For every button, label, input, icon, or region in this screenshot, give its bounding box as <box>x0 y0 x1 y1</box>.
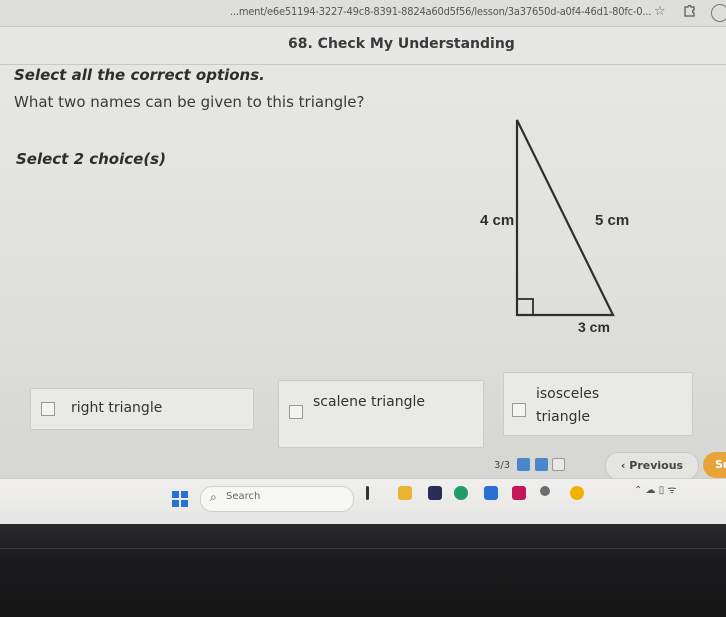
choice-label: scalene triangle <box>313 394 425 410</box>
select-count-text: Select 2 choice(s) <box>16 150 166 168</box>
store-icon[interactable] <box>484 486 498 500</box>
page-title: 68. Check My Understanding <box>288 36 515 52</box>
laptop-bezel <box>0 524 726 617</box>
choice-checkbox[interactable] <box>512 403 526 417</box>
triangle-figure: 4 cm 5 cm 3 cm <box>480 119 629 335</box>
right-angle-marker <box>516 298 534 316</box>
choice-scalene-triangle[interactable]: scalene triangle <box>278 380 484 448</box>
taskbar-app-icon[interactable] <box>366 486 369 500</box>
address-bar[interactable]: ...ment/e6e51194-3227-49c8-8391-8824a60d… <box>0 0 726 27</box>
previous-button[interactable]: ‹ Previous <box>605 452 699 480</box>
choice-checkbox[interactable] <box>41 402 55 416</box>
submit-label: Su <box>715 458 726 471</box>
progress-counter: 3/3 <box>494 460 511 471</box>
choice-checkbox[interactable] <box>289 405 303 419</box>
choice-label: isosceles triangle <box>536 386 600 425</box>
choice-isosceles-triangle[interactable]: isosceles triangle <box>503 372 693 436</box>
taskbar-app-icon[interactable] <box>540 486 550 496</box>
extension-puzzle-icon[interactable] <box>684 4 695 17</box>
taskbar-search-box[interactable] <box>200 486 354 512</box>
bookmark-star-icon[interactable]: ☆ <box>654 4 666 19</box>
chevron-left-icon: ‹ <box>620 459 630 472</box>
file-explorer-icon[interactable] <box>398 486 412 500</box>
chrome-browser-icon[interactable] <box>570 486 584 500</box>
system-tray-icons[interactable]: ⌃ ☁ ▯ ᯤ <box>634 482 677 496</box>
taskbar-search-label: Search <box>226 491 261 502</box>
question-text: What two names can be given to this tria… <box>14 93 365 111</box>
browser-screen: ...ment/e6e51194-3227-49c8-8391-8824a60d… <box>0 0 726 480</box>
bezel-edge <box>0 548 726 549</box>
header-divider <box>0 64 726 65</box>
side-hypotenuse-label: 5 cm <box>595 212 629 229</box>
windows-start-icon[interactable] <box>172 491 188 507</box>
choice-right-triangle[interactable]: right triangle <box>30 388 254 430</box>
progress-check-icon[interactable] <box>535 458 548 471</box>
edge-browser-icon[interactable] <box>454 486 468 500</box>
previous-label: Previous <box>629 459 684 472</box>
progress-check-icon[interactable] <box>517 458 530 471</box>
taskbar <box>0 478 726 525</box>
side-bottom-label: 3 cm <box>578 319 610 335</box>
taskbar-app-icon[interactable] <box>512 486 526 500</box>
side-left-label: 4 cm <box>480 212 514 229</box>
search-icon[interactable]: ⌕ <box>210 490 217 505</box>
instruction-text: Select all the correct options. <box>14 66 265 84</box>
taskbar-app-icon[interactable] <box>428 486 442 500</box>
profile-icon[interactable] <box>711 4 726 22</box>
submit-button[interactable]: Su <box>703 452 726 478</box>
progress-empty-icon[interactable] <box>552 458 565 471</box>
url-text[interactable]: ...ment/e6e51194-3227-49c8-8391-8824a60d… <box>230 5 651 18</box>
choice-label: right triangle <box>71 400 163 416</box>
